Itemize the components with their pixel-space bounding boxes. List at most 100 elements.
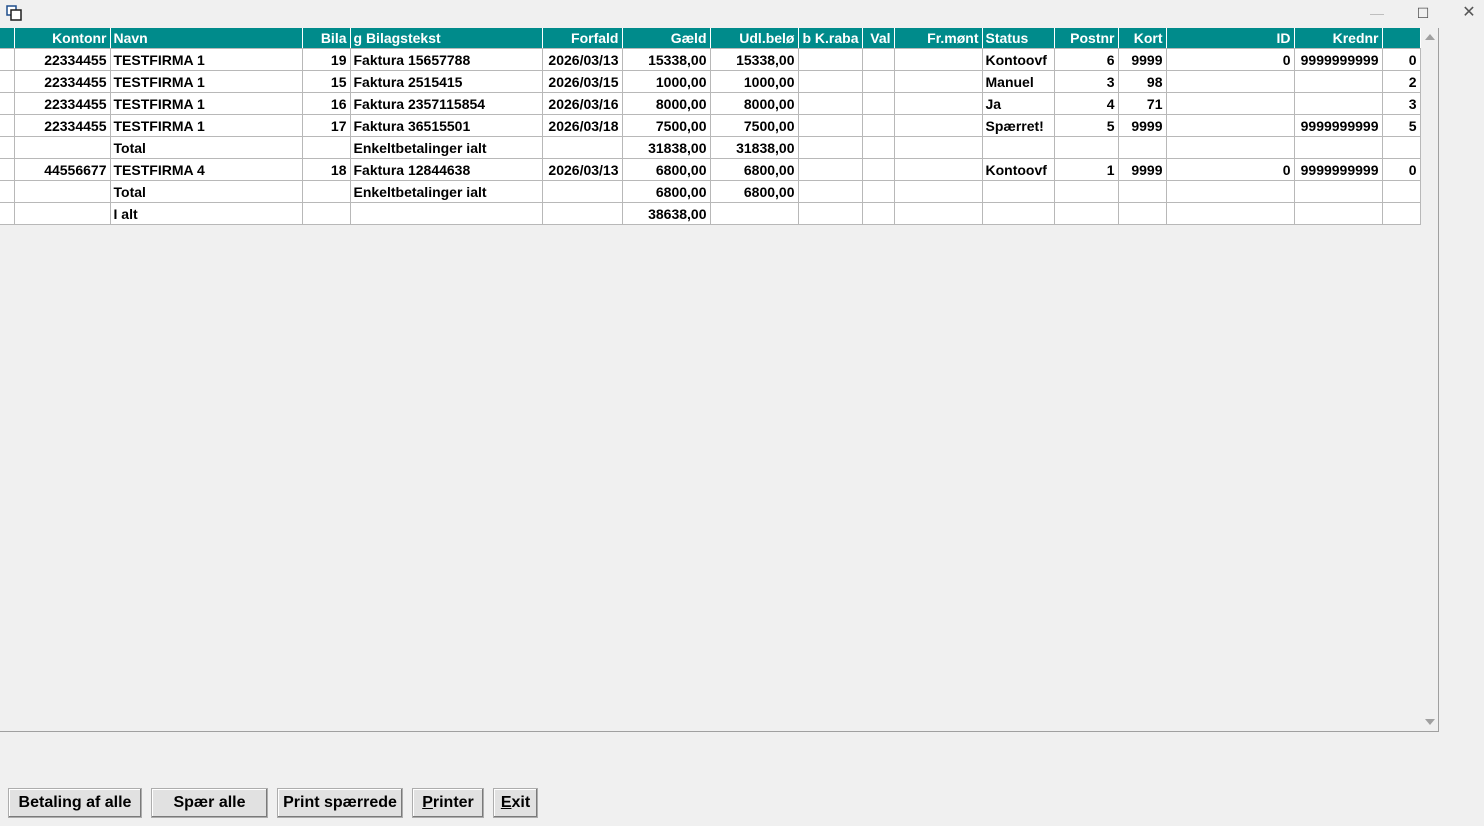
- row-indicator[interactable]: [0, 70, 15, 93]
- printer-button[interactable]: Printer: [412, 788, 484, 818]
- row-indicator[interactable]: [0, 180, 15, 203]
- cell-frmoent[interactable]: [894, 158, 983, 181]
- cell-status[interactable]: [982, 136, 1055, 159]
- cell-bilag[interactable]: [302, 202, 351, 225]
- row-indicator[interactable]: [0, 48, 15, 71]
- cell-kontonr[interactable]: 22334455: [14, 70, 111, 93]
- cell-krednr[interactable]: [1294, 202, 1383, 225]
- cell-krednr[interactable]: [1294, 70, 1383, 93]
- cell-bilagstekst[interactable]: Enkeltbetalinger ialt: [350, 180, 543, 203]
- cell-forfald[interactable]: [542, 180, 623, 203]
- cell-forfald[interactable]: 2026/03/13: [542, 158, 623, 181]
- vertical-scrollbar[interactable]: [1422, 28, 1438, 731]
- cell-status[interactable]: Spærret!: [982, 114, 1055, 137]
- cell-forfald[interactable]: [542, 202, 623, 225]
- cell-id[interactable]: [1166, 136, 1295, 159]
- cell-udlbeloeb[interactable]: 31838,00: [710, 136, 799, 159]
- cell-krabat[interactable]: [798, 70, 863, 93]
- table-row[interactable]: I alt 38638,00: [0, 202, 1421, 225]
- table-row[interactable]: 22334455 TESTFIRMA 1 19 Faktura 15657788 202…: [0, 48, 1421, 71]
- cell-status[interactable]: Ja: [982, 92, 1055, 115]
- app-restore-icon[interactable]: [6, 5, 22, 21]
- cell-flag[interactable]: 0: [1382, 158, 1421, 181]
- cell-bilagstekst[interactable]: Faktura 2357115854: [350, 92, 543, 115]
- cell-frmoent[interactable]: [894, 92, 983, 115]
- table-row[interactable]: Total Enkeltbetalinger ialt 31838,00 31838,…: [0, 136, 1421, 159]
- cell-gaeld[interactable]: 1000,00: [622, 70, 711, 93]
- cell-krabat[interactable]: [798, 202, 863, 225]
- cell-krabat[interactable]: [798, 180, 863, 203]
- cell-kontonr[interactable]: 22334455: [14, 48, 111, 71]
- cell-gaeld[interactable]: 7500,00: [622, 114, 711, 137]
- cell-status[interactable]: Kontoovf: [982, 158, 1055, 181]
- cell-frmoent[interactable]: [894, 114, 983, 137]
- cell-bilagstekst[interactable]: Faktura 12844638: [350, 158, 543, 181]
- col-header-kort[interactable]: Kort: [1118, 28, 1167, 49]
- close-button[interactable]: ✕: [1456, 3, 1482, 23]
- cell-bilag[interactable]: 19: [302, 48, 351, 71]
- cell-flag[interactable]: 0: [1382, 48, 1421, 71]
- cell-kontonr[interactable]: [14, 136, 111, 159]
- cell-udlbeloeb[interactable]: 6800,00: [710, 180, 799, 203]
- cell-bilag[interactable]: [302, 136, 351, 159]
- col-header-postnr[interactable]: Postnr: [1054, 28, 1119, 49]
- cell-krabat[interactable]: [798, 48, 863, 71]
- cell-postnr[interactable]: [1054, 202, 1119, 225]
- cell-flag[interactable]: 5: [1382, 114, 1421, 137]
- cell-forfald[interactable]: 2026/03/13: [542, 48, 623, 71]
- col-header-val[interactable]: Val: [862, 28, 895, 49]
- cell-udlbeloeb[interactable]: 1000,00: [710, 70, 799, 93]
- cell-id[interactable]: 0: [1166, 48, 1295, 71]
- cell-id[interactable]: [1166, 114, 1295, 137]
- scroll-up-icon[interactable]: [1425, 34, 1435, 40]
- cell-gaeld[interactable]: 15338,00: [622, 48, 711, 71]
- cell-status[interactable]: [982, 180, 1055, 203]
- cell-forfald[interactable]: 2026/03/18: [542, 114, 623, 137]
- cell-bilag[interactable]: 17: [302, 114, 351, 137]
- cell-bilagstekst[interactable]: Enkeltbetalinger ialt: [350, 136, 543, 159]
- row-indicator[interactable]: [0, 136, 15, 159]
- cell-id[interactable]: [1166, 202, 1295, 225]
- cell-id[interactable]: 0: [1166, 158, 1295, 181]
- col-header-krednr[interactable]: Krednr: [1294, 28, 1383, 49]
- table-row[interactable]: 22334455 TESTFIRMA 1 17 Faktura 36515501 202…: [0, 114, 1421, 137]
- cell-forfald[interactable]: [542, 136, 623, 159]
- cell-krabat[interactable]: [798, 136, 863, 159]
- cell-kort[interactable]: 9999: [1118, 158, 1167, 181]
- cell-val[interactable]: [862, 92, 895, 115]
- cell-kontonr[interactable]: 22334455: [14, 114, 111, 137]
- cell-krednr[interactable]: [1294, 136, 1383, 159]
- cell-flag[interactable]: 2: [1382, 70, 1421, 93]
- payments-grid[interactable]: Kontonr Navn Bila g Bilagstekst Forfald …: [0, 28, 1439, 732]
- cell-postnr[interactable]: 1: [1054, 158, 1119, 181]
- cell-id[interactable]: [1166, 92, 1295, 115]
- row-indicator[interactable]: [0, 114, 15, 137]
- cell-krednr[interactable]: [1294, 180, 1383, 203]
- row-indicator[interactable]: [0, 158, 15, 181]
- cell-bilagstekst[interactable]: Faktura 15657788: [350, 48, 543, 71]
- cell-udlbeloeb[interactable]: 6800,00: [710, 158, 799, 181]
- cell-kort[interactable]: 71: [1118, 92, 1167, 115]
- cell-kort[interactable]: [1118, 180, 1167, 203]
- block-all-button[interactable]: Spær alle: [151, 788, 268, 818]
- cell-kort[interactable]: [1118, 202, 1167, 225]
- col-header-frmoent[interactable]: Fr.mønt: [894, 28, 983, 49]
- cell-navn[interactable]: TESTFIRMA 1: [110, 114, 303, 137]
- cell-val[interactable]: [862, 48, 895, 71]
- cell-krednr[interactable]: 9999999999: [1294, 158, 1383, 181]
- maximize-button[interactable]: ☐: [1410, 3, 1436, 23]
- cell-gaeld[interactable]: 31838,00: [622, 136, 711, 159]
- cell-kort[interactable]: 98: [1118, 70, 1167, 93]
- cell-flag[interactable]: [1382, 136, 1421, 159]
- cell-forfald[interactable]: 2026/03/15: [542, 70, 623, 93]
- table-row[interactable]: 22334455 TESTFIRMA 1 15 Faktura 2515415 2026…: [0, 70, 1421, 93]
- cell-krabat[interactable]: [798, 114, 863, 137]
- cell-postnr[interactable]: 6: [1054, 48, 1119, 71]
- cell-bilagstekst[interactable]: Faktura 2515415: [350, 70, 543, 93]
- cell-id[interactable]: [1166, 180, 1295, 203]
- cell-postnr[interactable]: [1054, 180, 1119, 203]
- cell-udlbeloeb[interactable]: 7500,00: [710, 114, 799, 137]
- cell-kontonr[interactable]: 22334455: [14, 92, 111, 115]
- row-indicator[interactable]: [0, 202, 15, 225]
- cell-status[interactable]: Kontoovf: [982, 48, 1055, 71]
